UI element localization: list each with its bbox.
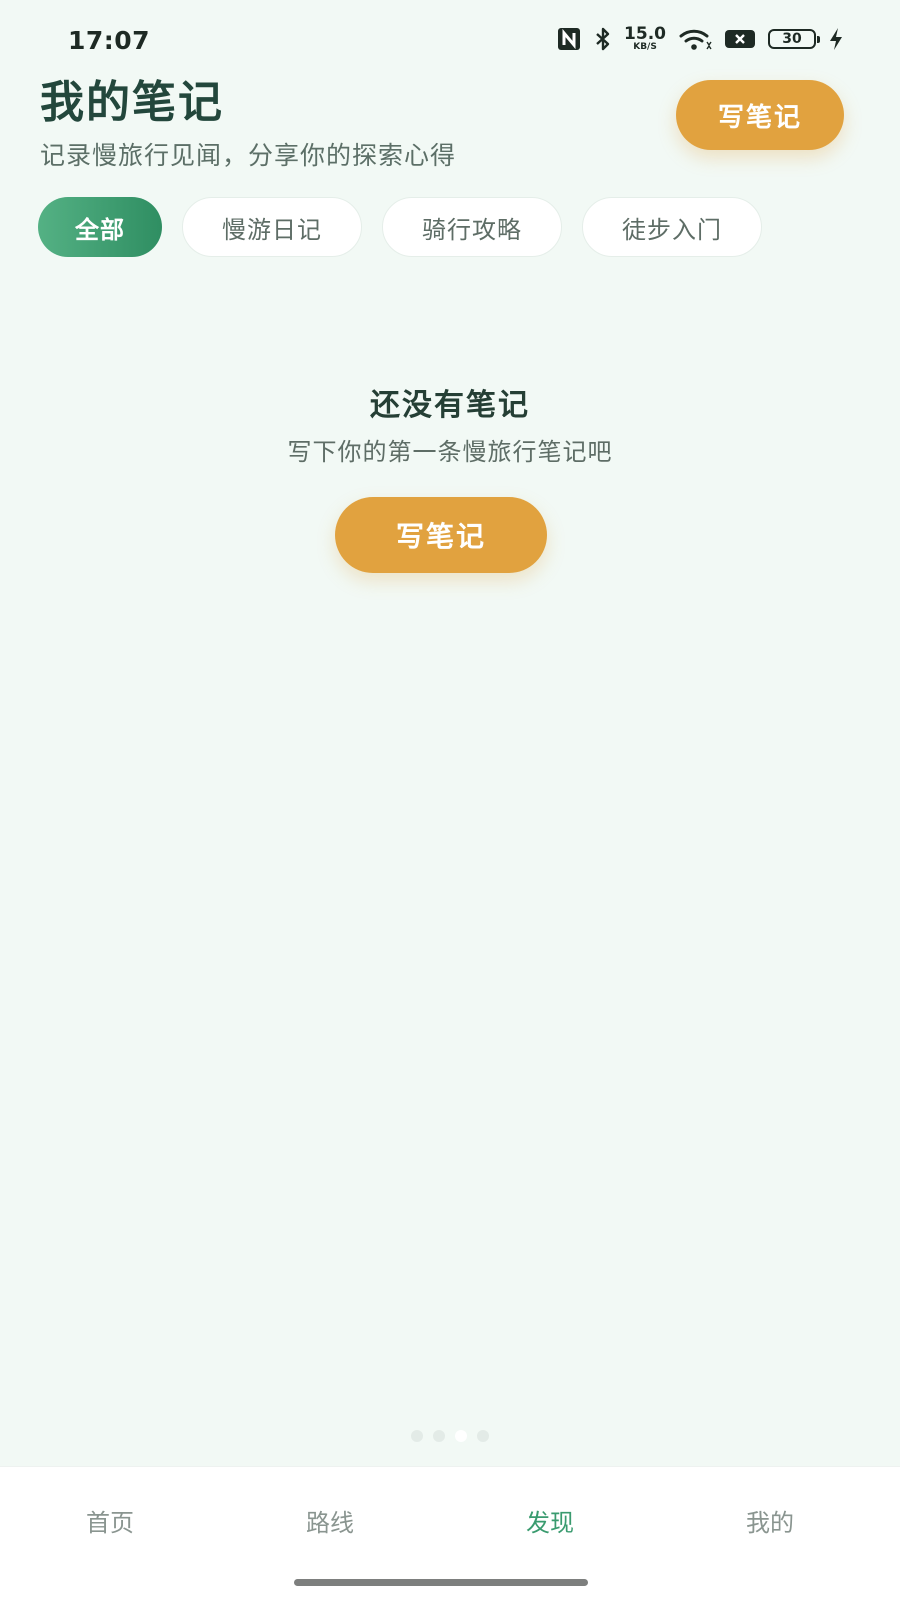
nfc-icon bbox=[556, 26, 582, 52]
nav-mine[interactable]: 我的 bbox=[660, 1503, 880, 1538]
empty-state-write-button[interactable]: 写笔记 bbox=[335, 497, 547, 573]
battery-icon: 30 bbox=[768, 29, 820, 49]
bluetooth-icon bbox=[594, 26, 612, 52]
category-tabs: 全部 慢游日记 骑行攻略 徒步入门 bbox=[38, 197, 762, 257]
write-note-button[interactable]: 写笔记 bbox=[676, 80, 844, 150]
nav-discover[interactable]: 发现 bbox=[440, 1503, 660, 1538]
wifi-icon bbox=[678, 26, 712, 52]
page-dot-active bbox=[455, 1430, 467, 1442]
page-dot bbox=[433, 1430, 445, 1442]
nav-home[interactable]: 首页 bbox=[0, 1503, 220, 1538]
tab-cycling-guide[interactable]: 骑行攻略 bbox=[382, 197, 562, 257]
page-title: 我的笔记 bbox=[40, 77, 224, 128]
page-dot bbox=[411, 1430, 423, 1442]
page-indicator bbox=[0, 1430, 900, 1442]
net-speed-unit: KB/S bbox=[633, 42, 657, 52]
net-speed: 15.0 KB/S bbox=[624, 26, 666, 52]
home-indicator[interactable] bbox=[294, 1579, 588, 1586]
empty-state-title: 还没有笔记 bbox=[370, 388, 530, 423]
tab-slow-travel-diary[interactable]: 慢游日记 bbox=[182, 197, 362, 257]
tab-all[interactable]: 全部 bbox=[38, 197, 162, 257]
page-subtitle: 记录慢旅行见闻，分享你的探索心得 bbox=[40, 141, 457, 170]
sim-disabled-icon bbox=[724, 28, 756, 50]
charging-icon bbox=[828, 27, 844, 51]
nav-routes[interactable]: 路线 bbox=[220, 1503, 440, 1538]
status-icons: 15.0 KB/S 30 bbox=[556, 24, 844, 54]
tab-hiking-intro[interactable]: 徒步入门 bbox=[582, 197, 762, 257]
net-speed-value: 15.0 bbox=[624, 24, 666, 44]
status-time: 17:07 bbox=[68, 26, 151, 55]
page-dot bbox=[477, 1430, 489, 1442]
empty-state-description: 写下你的第一条慢旅行笔记吧 bbox=[287, 438, 613, 466]
